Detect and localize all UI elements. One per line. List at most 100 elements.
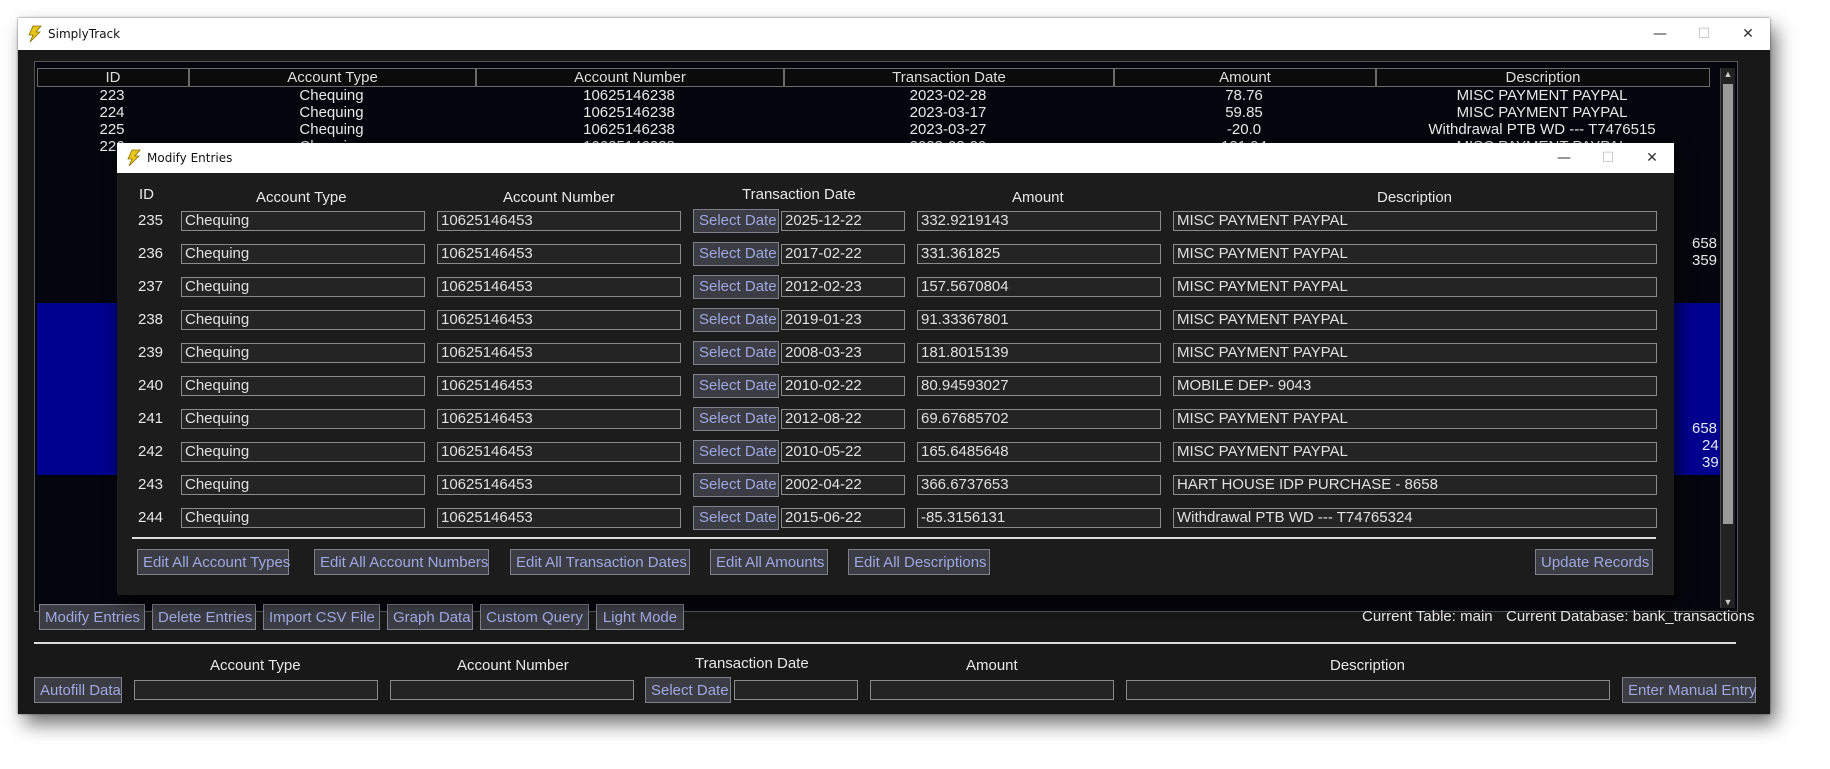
select-date-button[interactable]: Select Date: [693, 341, 779, 365]
edit-all-amounts-button[interactable]: Edit All Amounts: [710, 549, 828, 575]
transaction-date-field[interactable]: 2012-02-23: [781, 277, 905, 297]
select-date-button[interactable]: Select Date: [693, 308, 779, 332]
update-records-button[interactable]: Update Records: [1535, 549, 1653, 575]
table-cell[interactable]: 224: [37, 104, 187, 121]
account-type-field[interactable]: Chequing: [181, 211, 425, 231]
account-number-field[interactable]: 10625146453: [437, 442, 681, 462]
description-field[interactable]: Withdrawal PTB WD --- T74765324: [1173, 508, 1657, 528]
description-field[interactable]: MISC PAYMENT PAYPAL: [1173, 211, 1657, 231]
transaction-date-field[interactable]: 2012-08-22: [781, 409, 905, 429]
custom-query-button[interactable]: Custom Query: [480, 604, 589, 630]
dialog-titlebar[interactable]: Modify Entries — ☐ ✕: [117, 143, 1674, 173]
account-number-field[interactable]: 10625146453: [437, 475, 681, 495]
column-header-account-number[interactable]: Account Number: [476, 68, 784, 87]
edit-all-account-types-button[interactable]: Edit All Account Types: [137, 549, 290, 575]
table-cell[interactable]: 2023-03-17: [784, 104, 1112, 121]
description-field[interactable]: MOBILE DEP- 9043: [1173, 376, 1657, 396]
amount-field[interactable]: 91.33367801: [917, 310, 1161, 330]
transaction-date-field[interactable]: 2025-12-22: [781, 211, 905, 231]
table-cell[interactable]: 2023-02-28: [784, 87, 1112, 104]
maximize-icon[interactable]: ☐: [1682, 18, 1726, 50]
transaction-date-field[interactable]: 2019-01-23: [781, 310, 905, 330]
account-number-field[interactable]: 10625146453: [437, 508, 681, 528]
table-cell[interactable]: Chequing: [189, 121, 474, 138]
amount-field[interactable]: 366.6737653: [917, 475, 1161, 495]
maximize-icon[interactable]: ☐: [1586, 143, 1630, 173]
account-number-input[interactable]: [390, 680, 634, 700]
transaction-date-input[interactable]: [734, 680, 858, 700]
table-cell[interactable]: Chequing: [189, 87, 474, 104]
amount-field[interactable]: 181.8015139: [917, 343, 1161, 363]
transaction-date-field[interactable]: 2010-02-22: [781, 376, 905, 396]
select-date-button[interactable]: Select Date: [693, 440, 779, 464]
transaction-date-field[interactable]: 2010-05-22: [781, 442, 905, 462]
description-input[interactable]: [1126, 680, 1610, 700]
transaction-date-field[interactable]: 2002-04-22: [781, 475, 905, 495]
table-cell[interactable]: 225: [37, 121, 187, 138]
table-cell[interactable]: 2023-03-27: [784, 121, 1112, 138]
table-cell[interactable]: MISC PAYMENT PAYPAL: [1376, 87, 1708, 104]
column-header-account-type[interactable]: Account Type: [189, 68, 476, 87]
select-date-button[interactable]: Select Date: [693, 506, 779, 530]
account-type-input[interactable]: [134, 680, 378, 700]
description-field[interactable]: HART HOUSE IDP PURCHASE - 8658: [1173, 475, 1657, 495]
amount-field[interactable]: 331.361825: [917, 244, 1161, 264]
scrollbar-thumb[interactable]: [1723, 84, 1733, 524]
account-number-field[interactable]: 10625146453: [437, 409, 681, 429]
account-type-field[interactable]: Chequing: [181, 310, 425, 330]
account-number-field[interactable]: 10625146453: [437, 244, 681, 264]
import-csv-button[interactable]: Import CSV File: [263, 604, 380, 630]
amount-field[interactable]: -85.3156131: [917, 508, 1161, 528]
description-field[interactable]: MISC PAYMENT PAYPAL: [1173, 277, 1657, 297]
amount-field[interactable]: 69.67685702: [917, 409, 1161, 429]
scroll-down-icon[interactable]: ▼: [1721, 596, 1735, 608]
description-field[interactable]: MISC PAYMENT PAYPAL: [1173, 310, 1657, 330]
modify-entries-button[interactable]: Modify Entries: [39, 604, 145, 630]
column-header-id[interactable]: ID: [37, 68, 189, 87]
account-type-field[interactable]: Chequing: [181, 277, 425, 297]
autofill-data-button[interactable]: Autofill Data: [34, 677, 122, 703]
transaction-date-field[interactable]: 2015-06-22: [781, 508, 905, 528]
select-date-button[interactable]: Select Date: [693, 209, 779, 233]
light-mode-button[interactable]: Light Mode: [596, 604, 684, 630]
account-number-field[interactable]: 10625146453: [437, 277, 681, 297]
select-date-button[interactable]: Select Date: [693, 374, 779, 398]
select-date-button[interactable]: Select Date: [693, 473, 779, 497]
description-field[interactable]: MISC PAYMENT PAYPAL: [1173, 409, 1657, 429]
edit-all-descriptions-button[interactable]: Edit All Descriptions: [848, 549, 990, 575]
delete-entries-button[interactable]: Delete Entries: [152, 604, 256, 630]
column-header-transaction-date[interactable]: Transaction Date: [784, 68, 1114, 87]
table-cell[interactable]: MISC PAYMENT PAYPAL: [1376, 104, 1708, 121]
edit-all-transaction-dates-button[interactable]: Edit All Transaction Dates: [510, 549, 690, 575]
minimize-icon[interactable]: —: [1542, 143, 1586, 173]
account-type-field[interactable]: Chequing: [181, 508, 425, 528]
description-field[interactable]: MISC PAYMENT PAYPAL: [1173, 442, 1657, 462]
account-type-field[interactable]: Chequing: [181, 343, 425, 363]
amount-field[interactable]: 80.94593027: [917, 376, 1161, 396]
amount-field[interactable]: 165.6485648: [917, 442, 1161, 462]
account-type-field[interactable]: Chequing: [181, 442, 425, 462]
table-cell[interactable]: 10625146238: [476, 87, 782, 104]
select-date-button[interactable]: Select Date: [693, 407, 779, 431]
graph-data-button[interactable]: Graph Data: [387, 604, 473, 630]
account-number-field[interactable]: 10625146453: [437, 343, 681, 363]
table-cell[interactable]: Chequing: [189, 104, 474, 121]
account-number-field[interactable]: 10625146453: [437, 376, 681, 396]
column-header-amount[interactable]: Amount: [1114, 68, 1376, 87]
select-date-button[interactable]: Select Date: [693, 275, 779, 299]
account-type-field[interactable]: Chequing: [181, 376, 425, 396]
account-type-field[interactable]: Chequing: [181, 475, 425, 495]
table-cell[interactable]: 78.76: [1114, 87, 1374, 104]
table-cell[interactable]: 10625146238: [476, 104, 782, 121]
table-scrollbar[interactable]: ▲ ▼: [1720, 68, 1735, 608]
select-date-button[interactable]: Select Date: [693, 242, 779, 266]
transaction-date-field[interactable]: 2017-02-22: [781, 244, 905, 264]
enter-manual-entry-button[interactable]: Enter Manual Entry: [1622, 677, 1756, 703]
account-number-field[interactable]: 10625146453: [437, 310, 681, 330]
table-cell[interactable]: 59.85: [1114, 104, 1374, 121]
transaction-date-field[interactable]: 2008-03-23: [781, 343, 905, 363]
select-date-button[interactable]: Select Date: [645, 677, 731, 703]
close-icon[interactable]: ✕: [1726, 18, 1770, 50]
close-icon[interactable]: ✕: [1630, 143, 1674, 173]
description-field[interactable]: MISC PAYMENT PAYPAL: [1173, 343, 1657, 363]
